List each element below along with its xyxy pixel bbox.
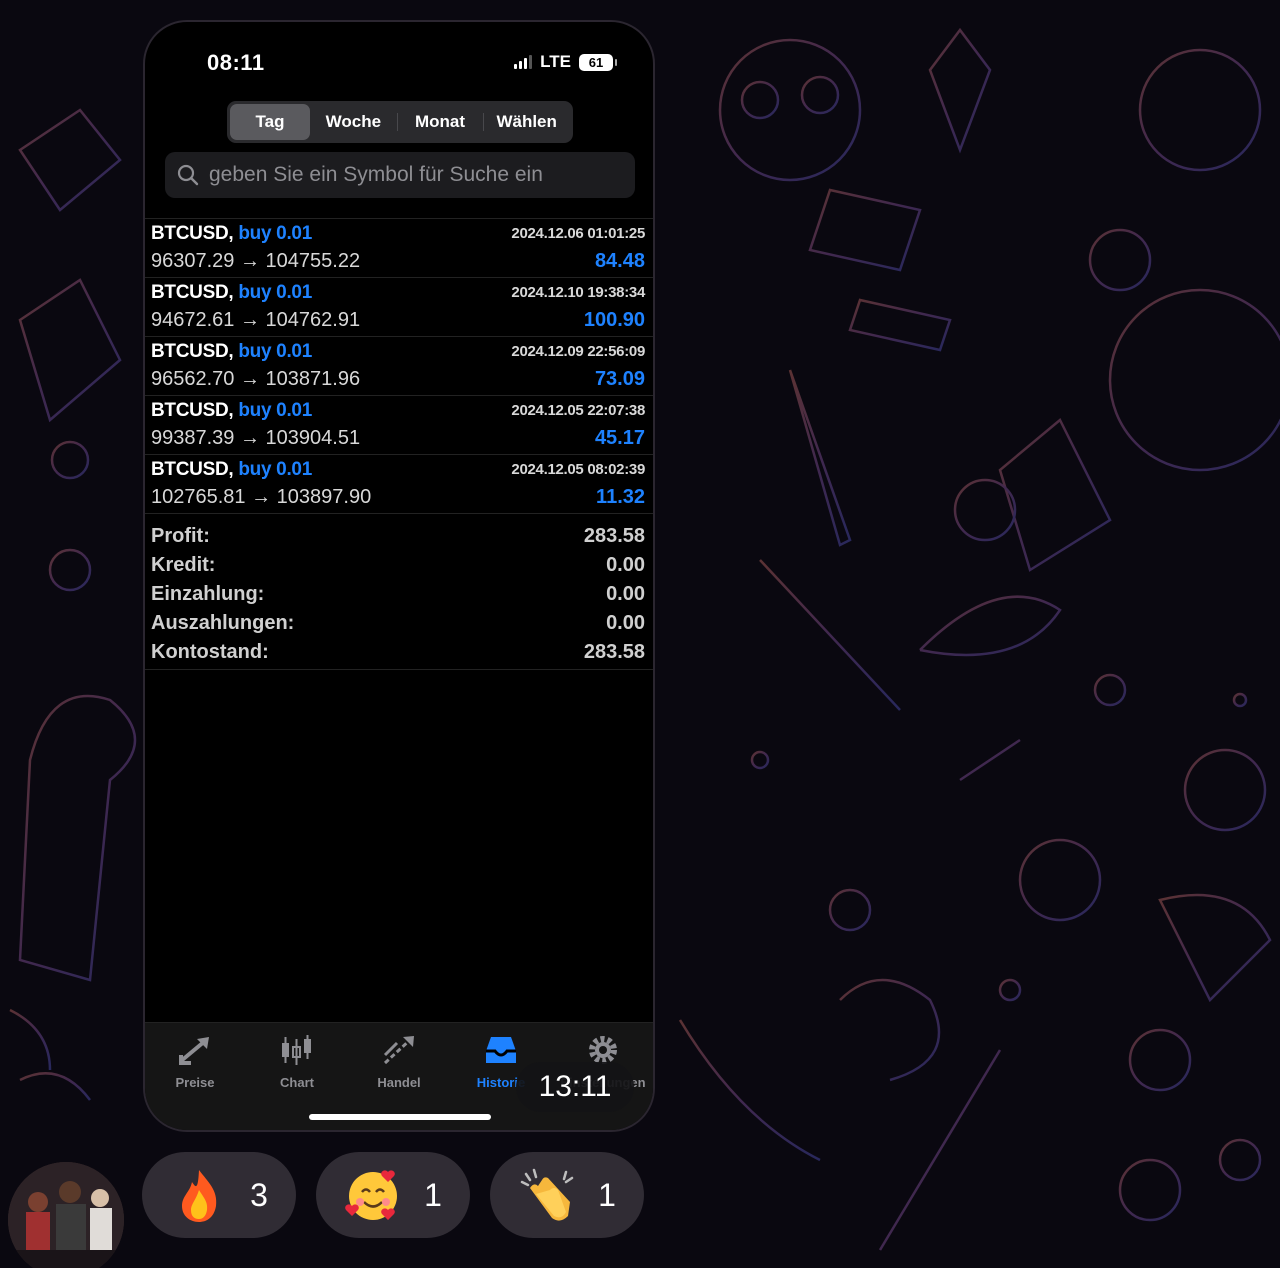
trade-prices: 102765.81 → 103897.90 <box>151 486 372 508</box>
summary-value: 0.00 <box>606 554 645 576</box>
summary-label: Auszahlungen: <box>151 612 295 634</box>
trade-row[interactable]: BTCUSD, buy 0.01 2024.12.05 08:02:39 102… <box>145 455 653 514</box>
prices-arrows-icon <box>179 1037 209 1065</box>
signal-icon <box>514 55 533 69</box>
summary-label: Kontostand: <box>151 641 269 663</box>
trade-symbol: BTCUSD, <box>151 341 234 362</box>
tab-label: Preise <box>175 1075 215 1090</box>
tab-tag[interactable]: Tag <box>230 104 310 140</box>
tab-waehlen[interactable]: Wählen <box>483 104 570 140</box>
trade-profit: 84.48 <box>594 250 645 272</box>
trade-profit: 73.09 <box>594 368 645 390</box>
trade-date: 2024.12.05 22:07:38 <box>511 402 645 419</box>
reaction-fire[interactable]: 3 <box>142 1152 296 1238</box>
summary-row-kredit: Kredit: 0.00 <box>151 551 647 580</box>
status-time: 08:11 <box>207 50 265 75</box>
trade-history-list: BTCUSD, buy 0.01 2024.12.06 01:01:25 963… <box>145 218 653 514</box>
message-timestamp: 13:11 <box>516 1062 634 1112</box>
trade-side: buy 0.01 <box>238 341 312 362</box>
summary-label: Kredit: <box>151 554 216 576</box>
reaction-count: 1 <box>424 1176 442 1213</box>
trade-prices: 99387.39 → 103904.51 <box>151 427 361 449</box>
search-input[interactable]: geben Sie ein Symbol für Suche ein <box>165 152 635 198</box>
reaction-count: 1 <box>598 1176 616 1213</box>
trade-symbol: BTCUSD, <box>151 282 234 303</box>
tab-label: Chart <box>280 1075 314 1090</box>
trade-date: 2024.12.09 22:56:09 <box>511 343 645 360</box>
reaction-smiling-hearts[interactable]: 1 <box>316 1152 470 1238</box>
trade-profit: 45.17 <box>594 427 645 449</box>
summary-row-auszahlungen: Auszahlungen: 0.00 <box>151 609 647 638</box>
trade-side: buy 0.01 <box>238 282 312 303</box>
trade-profit: 11.32 <box>596 486 645 508</box>
search-icon <box>177 164 199 186</box>
summary-value: 0.00 <box>606 583 645 605</box>
home-indicator <box>309 1114 491 1120</box>
summary-label: Einzahlung: <box>151 583 265 605</box>
trade-date: 2024.12.06 01:01:25 <box>511 225 645 242</box>
tab-preise[interactable]: Preise <box>145 1033 245 1090</box>
reaction-count: 3 <box>250 1176 268 1213</box>
trade-row[interactable]: BTCUSD, buy 0.01 2024.12.09 22:56:09 965… <box>145 337 653 396</box>
summary-value: 283.58 <box>583 641 645 663</box>
summary-row-kontostand: Kontostand: 283.58 <box>151 638 647 667</box>
trade-profit: 100.90 <box>583 309 645 331</box>
summary-value: 283.58 <box>583 525 645 547</box>
period-selector: Tag Woche Monat Wählen <box>227 101 573 143</box>
summary-value: 0.00 <box>606 612 645 634</box>
sender-avatar[interactable] <box>8 1162 124 1268</box>
tab-chart[interactable]: Chart <box>247 1033 347 1090</box>
trade-row[interactable]: BTCUSD, buy 0.01 2024.12.06 01:01:25 963… <box>145 219 653 278</box>
fire-emoji <box>182 1170 217 1222</box>
trade-symbol: BTCUSD, <box>151 459 234 480</box>
summary-row-einzahlung: Einzahlung: 0.00 <box>151 580 647 609</box>
avatar-photo <box>8 1162 124 1268</box>
candlestick-icon <box>282 1035 311 1065</box>
trade-side: buy 0.01 <box>238 223 312 244</box>
smiling-face-with-hearts-emoji <box>345 1170 398 1220</box>
tab-woche[interactable]: Woche <box>310 104 397 140</box>
reaction-clapping[interactable]: 1 <box>490 1152 644 1238</box>
tab-label: Handel <box>377 1075 421 1090</box>
trade-row[interactable]: BTCUSD, buy 0.01 2024.12.10 19:38:34 946… <box>145 278 653 337</box>
tab-monat[interactable]: Monat <box>396 104 484 140</box>
trade-date: 2024.12.05 08:02:39 <box>511 461 645 478</box>
status-indicators: LTE 61 <box>514 52 617 72</box>
trade-side: buy 0.01 <box>238 400 312 421</box>
trade-prices: 96562.70 → 103871.96 <box>151 368 361 390</box>
trade-prices: 96307.29 → 104755.22 <box>151 250 361 272</box>
tab-handel[interactable]: Handel <box>349 1033 449 1090</box>
trade-date: 2024.12.10 19:38:34 <box>511 284 645 301</box>
network-label: LTE <box>540 52 571 71</box>
battery-icon: 61 <box>579 53 617 71</box>
trade-row[interactable]: BTCUSD, buy 0.01 2024.12.05 22:07:38 993… <box>145 396 653 455</box>
trade-side: buy 0.01 <box>238 459 312 480</box>
inbox-icon <box>486 1037 516 1063</box>
trade-icon <box>383 1036 414 1065</box>
trade-prices: 94672.61 → 104762.91 <box>151 309 361 331</box>
trade-symbol: BTCUSD, <box>151 223 234 244</box>
summary-label: Profit: <box>151 525 210 547</box>
clapping-hands-emoji <box>520 1168 574 1221</box>
account-summary: Profit: 283.58 Kredit: 0.00 Einzahlung: 0.0… <box>145 516 653 670</box>
search-placeholder: geben Sie ein Symbol für Suche ein <box>209 163 543 186</box>
trade-symbol: BTCUSD, <box>151 400 234 421</box>
summary-row-profit: Profit: 283.58 <box>151 522 647 551</box>
phone-screenshot: 08:11 LTE 61 Tag Woche Monat Wählen gebe… <box>143 20 655 1132</box>
